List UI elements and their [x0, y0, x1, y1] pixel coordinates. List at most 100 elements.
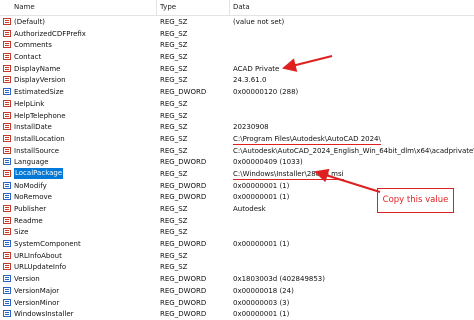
value-type: REG_SZ	[160, 18, 188, 26]
registry-value-row[interactable]: LocalPackage REG_SZ C:\Windows\Installer\2…	[0, 167, 474, 180]
value-type: REG_DWORD	[160, 158, 207, 167]
value-type: REG_SZ	[160, 263, 188, 272]
column-header: Name Type Data	[0, 0, 474, 16]
value-name: AuthorizedCDFPrefix	[14, 29, 86, 38]
string-value-icon	[3, 41, 11, 49]
value-name: InstallLocation	[14, 134, 65, 143]
registry-value-row[interactable]: Language REG_DWORD 0x00000409 (1033)	[0, 156, 474, 168]
value-name: Comments	[14, 41, 52, 50]
string-value-icon	[3, 64, 11, 72]
registry-value-row[interactable]: HelpTelephone REG_SZ	[0, 110, 474, 122]
registry-value-row[interactable]: HelpLink REG_SZ	[0, 98, 474, 110]
value-name: Readme	[14, 216, 43, 225]
string-value-icon	[3, 53, 11, 61]
value-name: URLInfoAbout	[14, 251, 62, 260]
value-name: URLUpdateInfo	[14, 263, 67, 272]
registry-values-list: (Default) REG_SZ (value not set) Authorized…	[0, 16, 474, 320]
string-value-icon	[3, 18, 11, 25]
registry-value-row[interactable]: InstallDate REG_SZ 20230908	[0, 121, 474, 133]
registry-value-row[interactable]: DisplayName REG_SZ ACAD Private	[0, 63, 474, 75]
value-data: 0x00000001 (1)	[233, 240, 290, 249]
value-data: (value not set)	[233, 18, 285, 26]
value-type: REG_DWORD	[160, 310, 207, 319]
value-name: LocalPackage	[14, 167, 64, 179]
string-value-icon	[3, 205, 11, 212]
value-type: REG_SZ	[160, 41, 188, 50]
registry-value-row[interactable]: Comments REG_SZ	[0, 39, 474, 51]
value-name: Size	[14, 228, 29, 237]
dword-value-icon	[3, 240, 11, 248]
registry-value-row[interactable]: DisplayVersion REG_SZ 24.3.61.0	[0, 74, 474, 86]
value-type: REG_DWORD	[160, 181, 207, 190]
value-data: 0x00000001 (1)	[233, 193, 290, 202]
dword-value-icon	[3, 310, 11, 318]
string-value-icon	[3, 111, 11, 119]
value-type: REG_SZ	[160, 99, 188, 108]
value-type: REG_SZ	[160, 169, 188, 178]
value-type: REG_SZ	[160, 64, 188, 73]
column-header-data[interactable]: Data	[233, 3, 250, 11]
column-header-name[interactable]: Name	[14, 3, 35, 11]
value-type: REG_SZ	[160, 228, 188, 237]
value-type: REG_SZ	[160, 29, 188, 38]
registry-value-row[interactable]: InstallSource REG_SZ C:\Autodesk\AutoCAD_2…	[0, 145, 474, 157]
value-data: 0x1803003d (402849853)	[233, 275, 325, 284]
value-type: REG_DWORD	[160, 240, 207, 249]
registry-value-row[interactable]: SystemComponent REG_DWORD 0x00000001 (1)	[0, 238, 474, 250]
value-name: VersionMajor	[14, 286, 60, 295]
string-value-icon	[3, 134, 11, 142]
value-type: REG_SZ	[160, 216, 188, 225]
registry-value-row[interactable]: (Default) REG_SZ (value not set)	[0, 16, 474, 28]
registry-value-row[interactable]: URLUpdateInfo REG_SZ	[0, 261, 474, 273]
value-name: NoModify	[14, 181, 47, 190]
string-value-icon	[3, 216, 11, 224]
value-name: DisplayName	[14, 64, 61, 73]
string-value-icon	[3, 29, 11, 37]
registry-value-row[interactable]: VersionMinor REG_DWORD 0x00000003 (3)	[0, 297, 474, 309]
registry-value-row[interactable]: VersionMajor REG_DWORD 0x00000018 (24)	[0, 285, 474, 297]
value-name: NoRemove	[14, 193, 52, 202]
registry-value-row[interactable]: URLInfoAbout REG_SZ	[0, 250, 474, 262]
registry-value-row[interactable]: EstimatedSize REG_DWORD 0x00000120 (288)	[0, 86, 474, 98]
registry-value-row[interactable]: Readme REG_SZ	[0, 215, 474, 227]
value-type: REG_SZ	[160, 53, 188, 62]
registry-value-row[interactable]: AuthorizedCDFPrefix REG_SZ	[0, 28, 474, 40]
string-value-icon	[3, 146, 11, 154]
value-type: REG_SZ	[160, 251, 188, 260]
dword-value-icon	[3, 88, 11, 96]
value-name: Language	[14, 158, 49, 167]
value-type: REG_DWORD	[160, 88, 207, 97]
column-header-type[interactable]: Type	[160, 3, 176, 11]
string-value-icon	[3, 169, 11, 177]
value-name: (Default)	[14, 18, 46, 26]
value-name: HelpTelephone	[14, 111, 66, 120]
value-name: InstallSource	[14, 146, 60, 155]
value-data: 20230908	[233, 123, 269, 132]
value-data: C:\Autodesk\AutoCAD_2024_English_Win_64b…	[233, 146, 474, 155]
value-data: 0x00000018 (24)	[233, 286, 294, 295]
value-data: C:\Program Files\Autodesk\AutoCAD 2024\	[233, 134, 381, 145]
copy-value-callout: Copy this value	[377, 188, 454, 213]
registry-value-row[interactable]: Contact REG_SZ	[0, 51, 474, 63]
value-data: C:\Windows\Installer\28de6.msi	[233, 169, 344, 180]
column-divider[interactable]	[156, 0, 157, 15]
registry-value-row[interactable]: Size REG_SZ	[0, 226, 474, 238]
dword-value-icon	[3, 158, 11, 166]
value-type: REG_SZ	[160, 76, 188, 85]
value-type: REG_SZ	[160, 123, 188, 132]
value-name: Version	[14, 275, 40, 284]
value-data: Autodesk	[233, 205, 266, 213]
column-divider[interactable]	[229, 0, 230, 15]
value-type: REG_SZ	[160, 205, 188, 213]
registry-value-row[interactable]: WindowsInstaller REG_DWORD 0x00000001 (1)	[0, 308, 474, 320]
value-type: REG_SZ	[160, 134, 188, 143]
registry-value-row[interactable]: Version REG_DWORD 0x1803003d (402849853)	[0, 273, 474, 285]
value-name: InstallDate	[14, 123, 52, 132]
value-data: 0x00000001 (1)	[233, 181, 290, 190]
string-value-icon	[3, 123, 11, 131]
value-data: 0x00000120 (288)	[233, 88, 299, 97]
registry-value-row[interactable]: InstallLocation REG_SZ C:\Program Files\Au…	[0, 133, 474, 145]
value-name: WindowsInstaller	[14, 310, 74, 319]
value-name: Publisher	[14, 205, 47, 213]
value-type: REG_SZ	[160, 146, 188, 155]
